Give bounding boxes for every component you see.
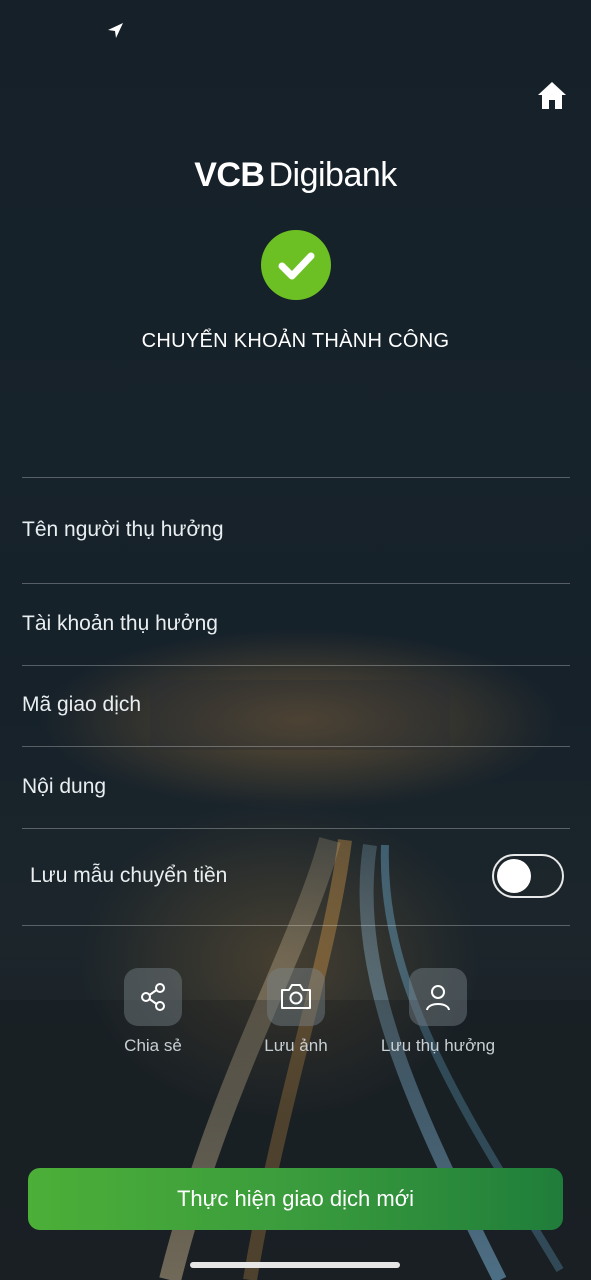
field-label-transaction-id: Mã giao dịch [22, 693, 142, 716]
field-label-beneficiary-name: Tên người thụ hưởng [22, 518, 224, 541]
divider [22, 665, 570, 666]
share-label: Chia sẻ [124, 1036, 182, 1055]
save-beneficiary-button-bg [409, 968, 467, 1026]
divider [22, 746, 570, 747]
new-transaction-button[interactable]: Thực hiện giao dịch mới [28, 1168, 563, 1230]
save-template-toggle[interactable] [492, 854, 564, 898]
divider [22, 828, 570, 829]
brand-logo-regular: Digibank [268, 156, 397, 194]
brand-logo: VCB Digibank [0, 156, 591, 195]
save-image-label: Lưu ảnh [264, 1036, 328, 1055]
camera-icon [281, 984, 311, 1009]
share-button-bg [124, 968, 182, 1026]
status-title: CHUYỂN KHOẢN THÀNH CÔNG [141, 330, 450, 352]
field-label-beneficiary-account: Tài khoản thụ hưởng [22, 612, 218, 635]
new-transaction-label: Thực hiện giao dịch mới [176, 1186, 415, 1211]
save-image-button-bg [267, 968, 325, 1026]
divider [22, 583, 570, 584]
save-image-button[interactable]: Lưu ảnh [226, 968, 366, 1056]
home-icon[interactable] [534, 78, 570, 114]
divider [22, 477, 570, 478]
field-label-content: Nội dung [22, 775, 107, 798]
location-arrow-icon [108, 23, 123, 38]
divider [22, 925, 570, 926]
brand-logo-bold: VCB [194, 156, 265, 194]
status-bar [0, 0, 591, 60]
share-icon [141, 983, 165, 1011]
save-template-label: Lưu mẫu chuyển tiền [30, 864, 228, 887]
home-indicator [190, 1262, 400, 1268]
success-check-icon [261, 230, 331, 300]
toggle-knob [497, 859, 531, 893]
user-icon [426, 985, 450, 1011]
save-beneficiary-button[interactable]: Lưu thụ hưởng [368, 968, 508, 1056]
share-button[interactable]: Chia sẻ [83, 968, 223, 1056]
save-beneficiary-label: Lưu thụ hưởng [380, 1036, 496, 1055]
